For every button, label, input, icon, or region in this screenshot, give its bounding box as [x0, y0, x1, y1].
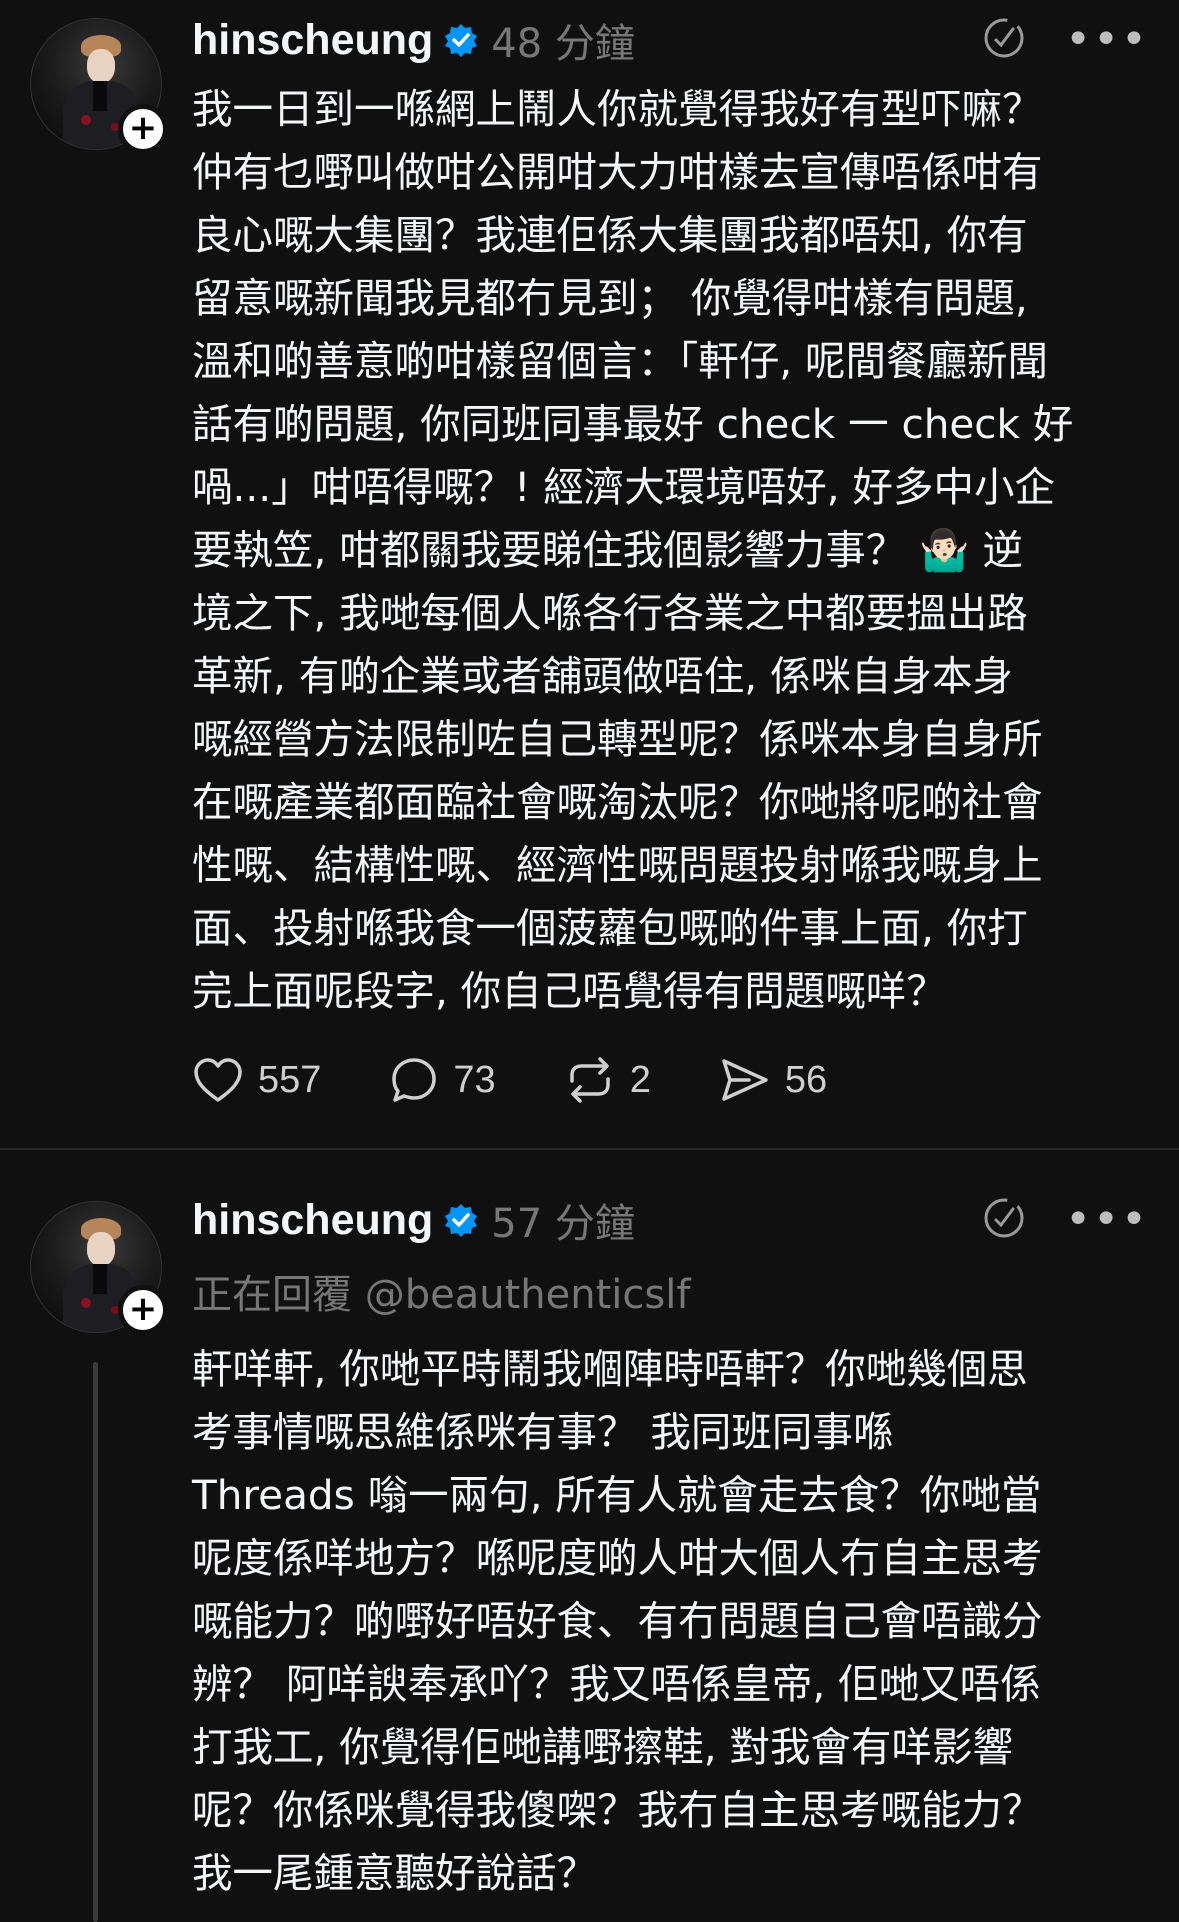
dashed-circle-slash-icon[interactable] — [981, 1195, 1027, 1245]
repost-icon — [564, 1055, 616, 1105]
timestamp: 48 分鐘 — [491, 21, 635, 67]
post-header: hinscheung 48 分鐘 — [192, 10, 635, 70]
comment-bubble-icon — [389, 1055, 439, 1105]
more-options-icon[interactable]: ••• — [1065, 1198, 1149, 1242]
thread-post: + hinscheung 57 分鐘 ••• 正在回覆 @beauthentic… — [0, 1152, 1179, 1922]
send-icon — [719, 1055, 771, 1105]
thread-connector-line — [93, 1362, 98, 1922]
like-button[interactable]: 557 — [192, 1056, 321, 1104]
more-options-icon[interactable]: ••• — [1065, 18, 1149, 62]
post-body: 我一日到一喺網上鬧人你就覺得我好有型吓嘛？ 仲有乜嘢叫做咁公開咁大力咁樣去宣傳唔… — [192, 85, 1074, 1015]
repost-count: 2 — [629, 1058, 651, 1101]
post-top-icons: ••• — [981, 1190, 1149, 1250]
share-count: 56 — [784, 1058, 828, 1101]
dashed-circle-slash-icon[interactable] — [981, 15, 1027, 65]
replying-to: 正在回覆 @beauthenticslf — [192, 1262, 690, 1320]
verified-badge-icon — [443, 1202, 479, 1238]
repost-button[interactable]: 2 — [564, 1055, 651, 1105]
comment-count: 73 — [453, 1058, 496, 1101]
verified-badge-icon — [443, 22, 479, 58]
follow-plus-icon[interactable]: + — [118, 1285, 168, 1335]
post-top-icons: ••• — [981, 10, 1149, 70]
share-button[interactable]: 56 — [719, 1055, 827, 1105]
comment-button[interactable]: 73 — [389, 1055, 496, 1105]
reply-to-handle[interactable]: @beauthenticslf — [365, 1272, 691, 1318]
timestamp: 57 分鐘 — [491, 1201, 635, 1247]
username[interactable]: hinscheung — [192, 1196, 433, 1245]
username[interactable]: hinscheung — [192, 16, 433, 65]
post-divider — [0, 1148, 1179, 1150]
post-actions: 557 73 2 56 — [192, 1050, 895, 1110]
post-body: 軒咩軒, 你哋平時鬧我嗰陣時唔軒？你哋幾個思 考事情嘅思維係咪有事？ 我同班同事… — [192, 1345, 1043, 1897]
heart-icon — [192, 1056, 244, 1104]
post-header: hinscheung 57 分鐘 — [192, 1190, 635, 1250]
like-count: 557 — [258, 1058, 322, 1101]
thread-post: + hinscheung 48 分鐘 ••• 我一日到一喺網上鬧人你就覺得我好有… — [0, 0, 1179, 1150]
reply-prefix: 正在回覆 — [192, 1272, 352, 1318]
follow-plus-icon[interactable]: + — [118, 104, 168, 154]
